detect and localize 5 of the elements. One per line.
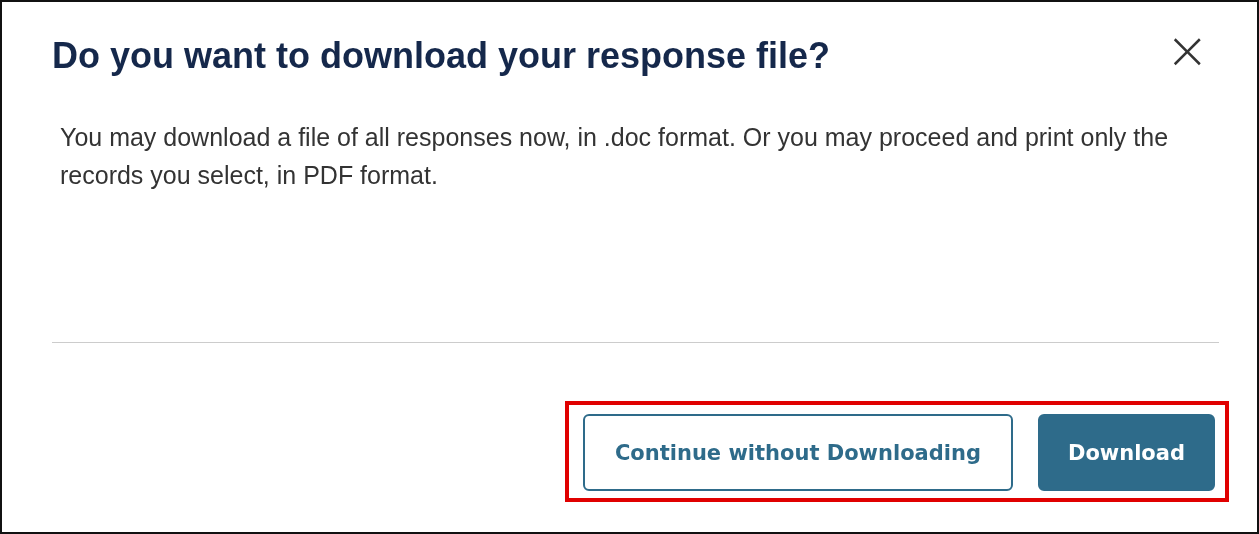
download-button[interactable]: Download	[1037, 414, 1215, 491]
dialog-message: You may download a file of all responses now, in .doc format. Or you may proceed and print only the records you select, in PDF format.	[60, 122, 1170, 191]
close-button[interactable]: ×	[1165, 24, 1209, 76]
continue-button[interactable]: Continue without Downloading	[582, 414, 1013, 491]
dialog-title: Do you want to download your response file?	[52, 34, 831, 78]
